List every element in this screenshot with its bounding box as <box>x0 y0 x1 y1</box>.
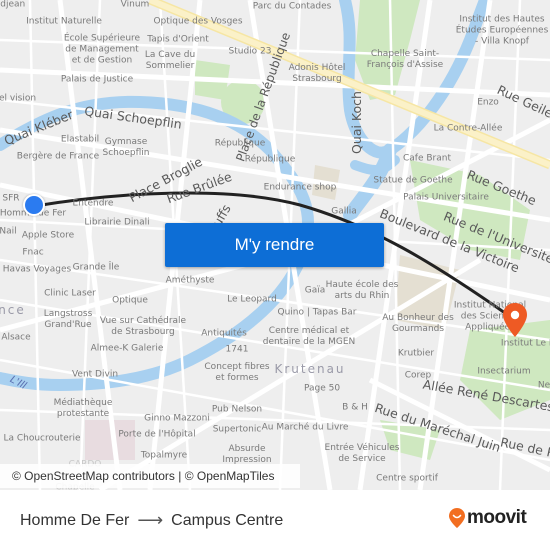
place-label: Apple Store <box>21 230 75 241</box>
place-label: Bergère de France <box>16 151 100 162</box>
district-label: Krutenau <box>274 362 346 376</box>
place-label: Vue sur Cathédrale de Strasbourg <box>99 316 187 337</box>
place-label: Supertonic <box>212 424 262 435</box>
place-label: Langstross Grand'Rue <box>43 309 93 330</box>
place-label: Grande Île <box>72 262 120 273</box>
place-label: Vinum <box>120 0 150 10</box>
place-label: Absurde Impression <box>222 444 272 465</box>
place-label: Cafe Brant <box>403 153 451 164</box>
destination-pin-icon <box>503 303 527 337</box>
route-title: Homme De Fer ⟶ Campus Centre <box>20 510 283 531</box>
place-label: Clinic Laser <box>44 288 96 299</box>
place-label: Gaïa <box>304 285 326 296</box>
destination-stop-name: Campus Centre <box>171 511 284 529</box>
place-label: Au Bonheur des Gourmands <box>382 313 454 334</box>
moovit-pin-icon <box>449 508 465 528</box>
place-label: Pub Nelson <box>211 404 263 415</box>
place-label: Alsace <box>1 332 31 343</box>
get-directions-button[interactable]: M'y rendre <box>165 223 384 267</box>
place-label: Centre médical et dentaire de la MGEN <box>262 326 356 347</box>
place-label: Statue de Goethe <box>373 175 453 186</box>
place-label: adjean <box>0 0 26 10</box>
place-label: La Cave du Sommelier <box>144 50 196 71</box>
place-label: Corep <box>404 370 432 381</box>
attribution-text[interactable]: © OpenStreetMap contributors | © OpenMap… <box>12 469 274 483</box>
place-label: Elastabil <box>60 134 100 145</box>
place-label: Palais Universitaire <box>403 192 489 203</box>
place-label: Ginno Mazzoni <box>144 413 210 424</box>
street-label: Quai Koch <box>348 91 364 154</box>
origin-marker[interactable] <box>23 194 45 216</box>
place-label: Fnac <box>22 247 44 258</box>
place-label: La Choucrouterie <box>3 433 81 444</box>
moovit-wordmark: moovit <box>467 507 527 528</box>
place-label: Topalmyre <box>140 450 188 461</box>
place-label: République <box>214 138 266 149</box>
place-label: Insectarium <box>477 366 531 377</box>
place-label: Antiquités <box>201 328 247 339</box>
place-label: Parc du Contades <box>252 1 332 12</box>
place-label: 1741 <box>225 344 249 355</box>
place-label: Librairie Dinali <box>84 217 150 228</box>
place-label: Adonis Hôtel Strasbourg <box>288 63 346 84</box>
place-label: Médiathèque protestante <box>53 398 113 419</box>
map-view[interactable]: Quai Kléber Quai Schoepflin Place Brogli… <box>0 0 550 490</box>
place-label: République <box>244 154 296 165</box>
place-label: Au Marché du Livre <box>261 422 349 433</box>
place-label: SFR <box>2 193 20 204</box>
place-label: Le Leopard <box>227 294 277 305</box>
district-label: nce <box>0 303 26 317</box>
place-label: Améthyste <box>165 275 215 286</box>
place-label: B & H <box>342 402 368 413</box>
place-label: Vent Divin <box>71 369 119 380</box>
place-label: Page 50 <box>303 383 341 394</box>
place-label: Havas Voyages <box>2 264 72 275</box>
place-label: xel vision <box>0 93 37 104</box>
arrow-right-icon: ⟶ <box>137 510 164 530</box>
place-label: Institut Le B <box>500 338 550 349</box>
place-label: Optique <box>112 295 148 306</box>
place-label: Institut des Hautes Études Européennes -… <box>455 14 549 47</box>
place-label: Krutbier <box>397 348 435 359</box>
place-label: Optique des Vosges <box>153 16 243 27</box>
place-label: Chapelle Saint- François d'Assise <box>366 49 444 70</box>
place-label: Enzo <box>477 97 499 108</box>
place-label: Haute école des arts du Rhin <box>325 280 399 301</box>
place-label: Institut Naturelle <box>26 16 102 27</box>
place-label: Nail <box>0 226 17 237</box>
place-label: Centre sportif <box>376 473 438 484</box>
place-label: Gallia <box>331 206 357 217</box>
map-attribution[interactable]: © OpenStreetMap contributors | © OpenMap… <box>0 464 300 488</box>
destination-marker[interactable] <box>503 303 527 337</box>
place-label: Concept fibres et formes <box>204 362 270 383</box>
place-label: Tapis d'Orient <box>147 34 209 45</box>
place-label: Entendre <box>72 198 114 209</box>
moovit-logo[interactable]: moovit <box>449 507 527 529</box>
place-label: Ne <box>537 380 550 391</box>
place-label: Porte de l'Hôpital <box>118 429 196 440</box>
place-label: Endurance shop <box>263 182 337 193</box>
place-label: Almee-K Galerie <box>90 343 164 354</box>
place-label: Gymnase Schoepflin <box>102 137 150 158</box>
place-label: École Supérieure de Management et de Ges… <box>63 33 141 66</box>
origin-stop-name: Homme De Fer <box>20 511 130 529</box>
place-label: Quino | Tapas Bar <box>277 307 357 318</box>
place-label: La Contre-Allée <box>433 123 503 134</box>
place-label: Palais de Justice <box>60 74 134 85</box>
place-label: Entrée Véhicules de Service <box>324 443 400 464</box>
place-label: Studio 23 <box>228 46 272 57</box>
